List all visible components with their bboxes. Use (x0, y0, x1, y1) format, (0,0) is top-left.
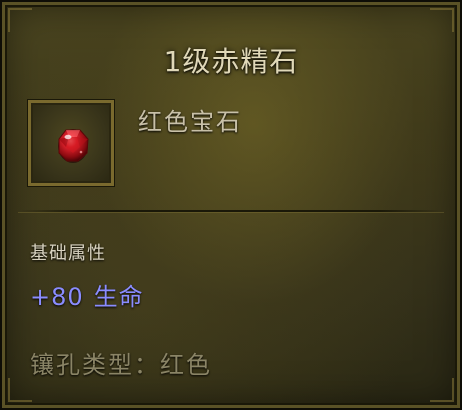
frame-corner-decoration (8, 8, 32, 32)
section-divider (18, 210, 444, 212)
item-subtype: 红色宝石 (138, 108, 242, 136)
frame-corner-decoration (430, 8, 454, 32)
stat-bonus-name: 生命 (93, 283, 144, 311)
base-attributes-header: 基础属性 (30, 243, 106, 264)
stat-bonus-value: +80 (30, 283, 84, 311)
socket-type-label: 镶孔类型： (30, 351, 160, 379)
frame-corner-decoration (8, 378, 32, 402)
item-tooltip: 1级赤精石 红色宝石 基础属性 +80 生命 镶孔类型：红色 (0, 0, 462, 410)
socket-type: 镶孔类型：红色 (30, 345, 212, 380)
frame-corner-decoration (430, 378, 454, 402)
red-gem-icon (58, 129, 89, 163)
stat-bonus: +80 生命 (30, 277, 144, 312)
socket-type-value: 红色 (160, 351, 212, 379)
item-name: 1级赤精石 (163, 45, 299, 78)
item-icon-slot (28, 100, 114, 186)
